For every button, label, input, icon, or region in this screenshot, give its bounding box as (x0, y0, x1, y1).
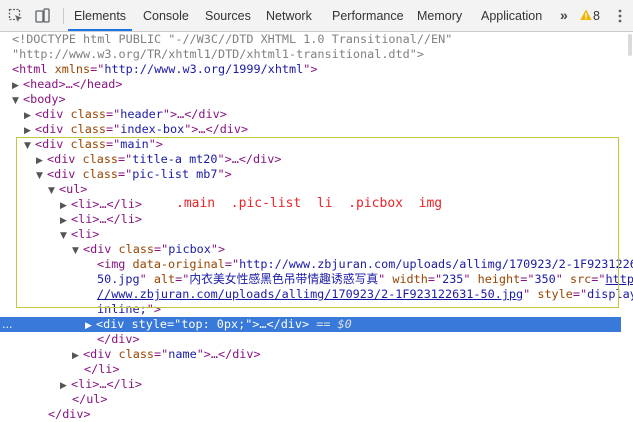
img-node-line-3[interactable]: //www.zbjuran.com/uploads/allimg/170923/… (97, 287, 633, 302)
more-options-icon[interactable] (618, 8, 622, 24)
img-node-line-2[interactable]: 50.jpg" alt="内衣美女性感黑色吊带情趣诱惑写真" width="23… (97, 272, 633, 287)
head-node[interactable]: ▶ <head>…</head> (12, 77, 122, 92)
tab-application[interactable]: Application (481, 0, 542, 31)
scrollbar-thumb[interactable] (628, 34, 632, 56)
img-node-line-4[interactable]: inline;"> (97, 302, 161, 317)
warning-icon[interactable] (580, 9, 592, 21)
name-div-node[interactable]: ▶ <div class="name">…</div> (72, 347, 261, 362)
device-toolbar-icon[interactable] (34, 8, 50, 24)
expand-arrow-icon[interactable]: ▶ (72, 349, 83, 364)
li-node-4[interactable]: ▶ <li>…</li> (60, 377, 142, 392)
selected-div-node[interactable]: ... ▶ <div style="top: 0px;">…</div> == $0 (0, 317, 621, 332)
body-node[interactable]: ▼ <body> (12, 92, 66, 107)
warning-count[interactable]: 8 (593, 0, 600, 31)
doctype-line-2[interactable]: "http://www.w3.org/TR/xhtml1/DTD/xhtml1-… (12, 47, 424, 62)
collapse-arrow-icon[interactable]: ▼ (12, 94, 23, 109)
doctype-line[interactable]: <!DOCTYPE html PUBLIC "-//W3C//DTD XHTML… (12, 32, 452, 47)
collapse-arrow-icon[interactable]: ▼ (60, 229, 71, 244)
main-div-node[interactable]: ▼ <div class="main"> (24, 137, 163, 152)
li-node-3[interactable]: ▼ <li> (60, 227, 99, 242)
devtools-toolbar: Elements Console Sources Network Perform… (0, 0, 633, 32)
expand-arrow-icon[interactable]: ▶ (60, 379, 71, 394)
inspect-element-icon[interactable] (8, 8, 24, 24)
pic-list-div-node[interactable]: ▼ <div class="pic-list mb7"> (36, 167, 232, 182)
tab-network[interactable]: Network (266, 0, 312, 31)
li-node-1[interactable]: ▶ <li>…</li> (60, 197, 142, 212)
picbox-close[interactable]: </div> (97, 332, 140, 347)
title-a-div-node[interactable]: ▶ <div class="title-a mt20">…</div> (36, 152, 281, 167)
index-box-div-node[interactable]: ▶ <div class="index-box">…</div> (24, 122, 248, 137)
more-tabs-button[interactable]: » (560, 0, 568, 31)
li-node-2[interactable]: ▶ <li>…</li> (60, 212, 142, 227)
toolbar-separator (63, 8, 64, 24)
collapse-arrow-icon[interactable]: ▼ (72, 244, 83, 259)
ul-node[interactable]: ▼ <ul> (48, 182, 87, 197)
tab-sources[interactable]: Sources (205, 0, 251, 31)
tab-performance[interactable]: Performance (332, 0, 404, 31)
tab-console[interactable]: Console (143, 0, 189, 31)
collapse-arrow-icon[interactable]: ▼ (48, 184, 59, 199)
node-actions-icon[interactable]: ... (2, 317, 13, 332)
pic-list-close[interactable]: </div> (48, 407, 91, 422)
img-src-link-cont[interactable]: //www.zbjuran.com/uploads/allimg/170923/… (97, 287, 523, 301)
expand-arrow-icon[interactable]: ▶ (85, 319, 96, 334)
selected-node-marker: == $0 (309, 317, 352, 331)
collapse-arrow-icon[interactable]: ▼ (36, 169, 47, 184)
img-node-line-1[interactable]: <img data-original="http://www.zbjuran.c… (97, 257, 633, 272)
collapse-arrow-icon[interactable]: ▼ (24, 139, 35, 154)
selector-annotation: .main .pic-list li .picbox img (176, 196, 443, 211)
header-div-node[interactable]: ▶ <div class="header">…</div> (24, 107, 227, 122)
li-close[interactable]: </li> (84, 362, 120, 377)
ul-close[interactable]: </ul> (72, 392, 108, 407)
picbox-div-node[interactable]: ▼ <div class="picbox"> (72, 242, 225, 257)
tab-elements[interactable]: Elements (68, 0, 132, 31)
tab-memory[interactable]: Memory (417, 0, 462, 31)
img-src-link[interactable]: http: (606, 272, 633, 286)
html-node[interactable]: <html xmlns="http://www.w3.org/1999/xhtm… (12, 62, 317, 77)
